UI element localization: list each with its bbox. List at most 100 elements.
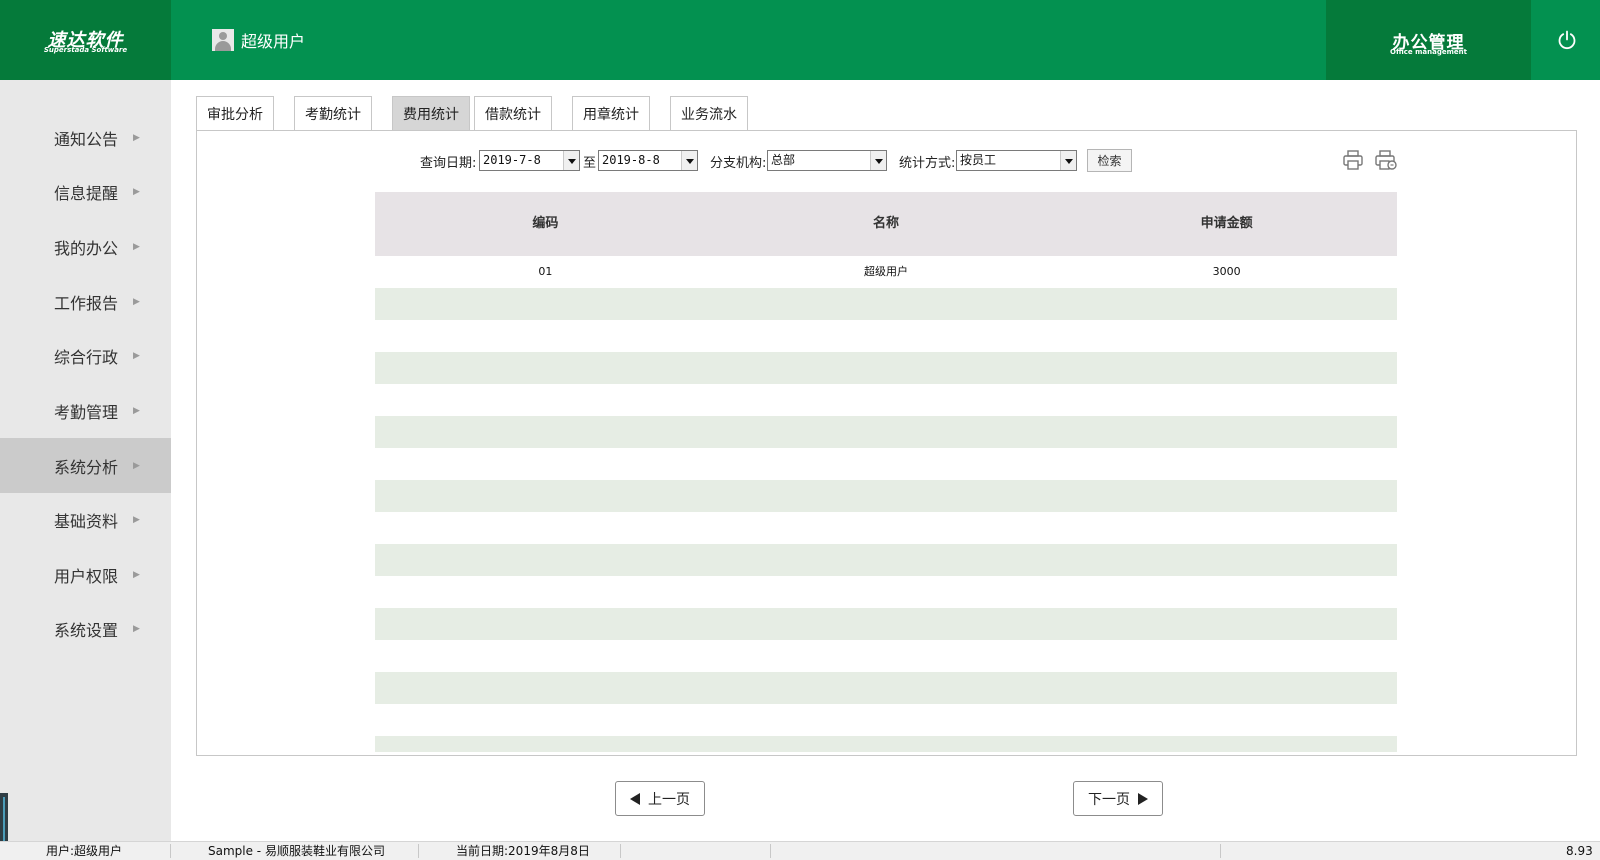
status-version: 8.93 xyxy=(1566,844,1593,858)
table-row-empty xyxy=(375,544,1397,576)
chevron-right-icon: ▶ xyxy=(133,186,140,197)
table-row-empty xyxy=(375,512,1397,544)
sidebar-item-label: 考勤管理 xyxy=(54,402,119,422)
table-row-empty xyxy=(375,288,1397,320)
sidebar-item-label: 系统设置 xyxy=(54,620,119,640)
table-row-empty xyxy=(375,640,1397,672)
method-value: 按员工 xyxy=(960,153,997,167)
sidebar-item-label: 通知公告 xyxy=(54,129,119,149)
module-subtitle: Office management xyxy=(1390,48,1467,56)
sidebar-item-label: 综合行政 xyxy=(54,347,119,367)
column-header-code[interactable]: 编码 xyxy=(375,192,716,256)
status-company: Sample - 易顺服装鞋业有限公司 xyxy=(208,844,385,858)
expense-table: 编码 名称 申请金额 01 超级用户 3000 xyxy=(375,192,1397,752)
prev-page-button[interactable]: 上一页 xyxy=(615,781,705,816)
cell-name: 超级用户 xyxy=(864,265,908,278)
status-divider xyxy=(170,844,171,858)
branch-label: 分支机构: xyxy=(710,156,767,171)
brand-logo: 速达软件 Superstada Software xyxy=(0,0,171,80)
branch-select[interactable]: 总部 xyxy=(767,150,887,171)
sidebar-item-reminders[interactable]: 信息提醒 ▶ xyxy=(0,164,171,219)
date-label: 查询日期: xyxy=(420,156,477,171)
arrow-left-icon xyxy=(630,792,640,805)
app-header: 速达软件 Superstada Software 超级用户 办公管理 Offic… xyxy=(0,0,1600,80)
table-row-empty xyxy=(375,416,1397,448)
print-preview-icon[interactable] xyxy=(1374,148,1398,172)
tab-attendance-stats[interactable]: 考勤统计 xyxy=(294,96,372,130)
date-from-value: 2019-7-8 xyxy=(483,153,541,167)
method-label: 统计方式: xyxy=(899,156,956,171)
current-user: 超级用户 xyxy=(212,28,305,52)
table-row-empty xyxy=(375,672,1397,704)
date-from-select[interactable]: 2019-7-8 xyxy=(479,150,580,171)
sidebar-item-attendance[interactable]: 考勤管理 ▶ xyxy=(0,383,171,438)
tab-business-flow[interactable]: 业务流水 xyxy=(670,96,748,130)
print-icon[interactable] xyxy=(1341,148,1365,172)
table-row-empty xyxy=(375,576,1397,608)
next-page-label: 下一页 xyxy=(1088,791,1130,808)
module-title-block: 办公管理 Office management xyxy=(1326,0,1531,80)
sidebar-item-label: 信息提醒 xyxy=(54,183,119,203)
sidebar-item-basic-data[interactable]: 基础资料 ▶ xyxy=(0,492,171,547)
table-row-empty xyxy=(375,608,1397,640)
user-avatar-icon xyxy=(212,29,234,51)
status-date: 当前日期:2019年8月8日 xyxy=(456,844,590,858)
chevron-right-icon: ▶ xyxy=(133,132,140,143)
sidebar-item-work-reports[interactable]: 工作报告 ▶ xyxy=(0,274,171,329)
table-row-empty xyxy=(375,352,1397,384)
sidebar: 通知公告 ▶ 信息提醒 ▶ 我的办公 ▶ 工作报告 ▶ 综合行政 ▶ 考勤管理 … xyxy=(0,80,171,841)
sidebar-item-label: 用户权限 xyxy=(54,566,119,586)
sidebar-item-label: 系统分析 xyxy=(54,457,119,477)
chevron-right-icon: ▶ xyxy=(133,241,140,252)
next-page-button[interactable]: 下一页 xyxy=(1073,781,1163,816)
chevron-right-icon: ▶ xyxy=(133,350,140,361)
arrow-right-icon xyxy=(1138,792,1148,805)
table-row-empty xyxy=(375,480,1397,512)
column-header-name[interactable]: 名称 xyxy=(716,192,1057,256)
tab-loan-stats[interactable]: 借款统计 xyxy=(474,96,552,130)
sidebar-item-label: 工作报告 xyxy=(54,293,119,313)
search-button[interactable]: 检索 xyxy=(1087,149,1132,172)
tab-seal-stats[interactable]: 用章统计 xyxy=(572,96,650,130)
table-row-empty xyxy=(375,448,1397,480)
date-to-select[interactable]: 2019-8-8 xyxy=(598,150,698,171)
table-row-empty xyxy=(375,320,1397,352)
status-divider xyxy=(1220,844,1221,858)
chevron-right-icon: ▶ xyxy=(133,460,140,471)
table-row-empty xyxy=(375,704,1397,736)
sidebar-item-system-analysis[interactable]: 系统分析 ▶ xyxy=(0,438,171,493)
table-row-empty xyxy=(375,736,1397,752)
tab-expense-stats[interactable]: 费用统计 xyxy=(392,96,470,130)
chevron-right-icon: ▶ xyxy=(133,296,140,307)
current-user-name: 超级用户 xyxy=(241,32,306,51)
method-select[interactable]: 按员工 xyxy=(956,150,1077,171)
power-icon[interactable] xyxy=(1555,28,1579,52)
date-separator: 至 xyxy=(583,156,597,171)
chevron-down-icon[interactable] xyxy=(1060,151,1076,170)
status-divider xyxy=(620,844,621,858)
chevron-right-icon: ▶ xyxy=(133,405,140,416)
sidebar-item-my-office[interactable]: 我的办公 ▶ xyxy=(0,219,171,274)
sidebar-item-administration[interactable]: 综合行政 ▶ xyxy=(0,328,171,383)
chevron-right-icon: ▶ xyxy=(133,569,140,580)
table-row-empty xyxy=(375,384,1397,416)
sidebar-item-user-permissions[interactable]: 用户权限 ▶ xyxy=(0,547,171,602)
chevron-down-icon[interactable] xyxy=(681,151,697,170)
status-divider xyxy=(418,844,419,858)
sidebar-item-notices[interactable]: 通知公告 ▶ xyxy=(0,110,171,165)
column-header-amount[interactable]: 申请金额 xyxy=(1056,192,1397,256)
table-row[interactable]: 01 超级用户 3000 xyxy=(375,256,1397,288)
chevron-right-icon: ▶ xyxy=(133,514,140,525)
brand-subtitle: Superstada Software xyxy=(43,46,128,54)
chevron-down-icon[interactable] xyxy=(870,151,886,170)
prev-page-label: 上一页 xyxy=(648,791,690,808)
chevron-down-icon[interactable] xyxy=(563,151,579,170)
sidebar-item-label: 基础资料 xyxy=(54,511,119,531)
table-header: 编码 名称 申请金额 xyxy=(375,192,1397,256)
sidebar-item-system-settings[interactable]: 系统设置 ▶ xyxy=(0,601,171,656)
sidebar-item-label: 我的办公 xyxy=(54,238,119,258)
cell-amount: 3000 xyxy=(1212,265,1241,278)
chevron-right-icon: ▶ xyxy=(133,623,140,634)
tab-approval-analysis[interactable]: 审批分析 xyxy=(196,96,274,130)
status-divider xyxy=(770,844,771,858)
